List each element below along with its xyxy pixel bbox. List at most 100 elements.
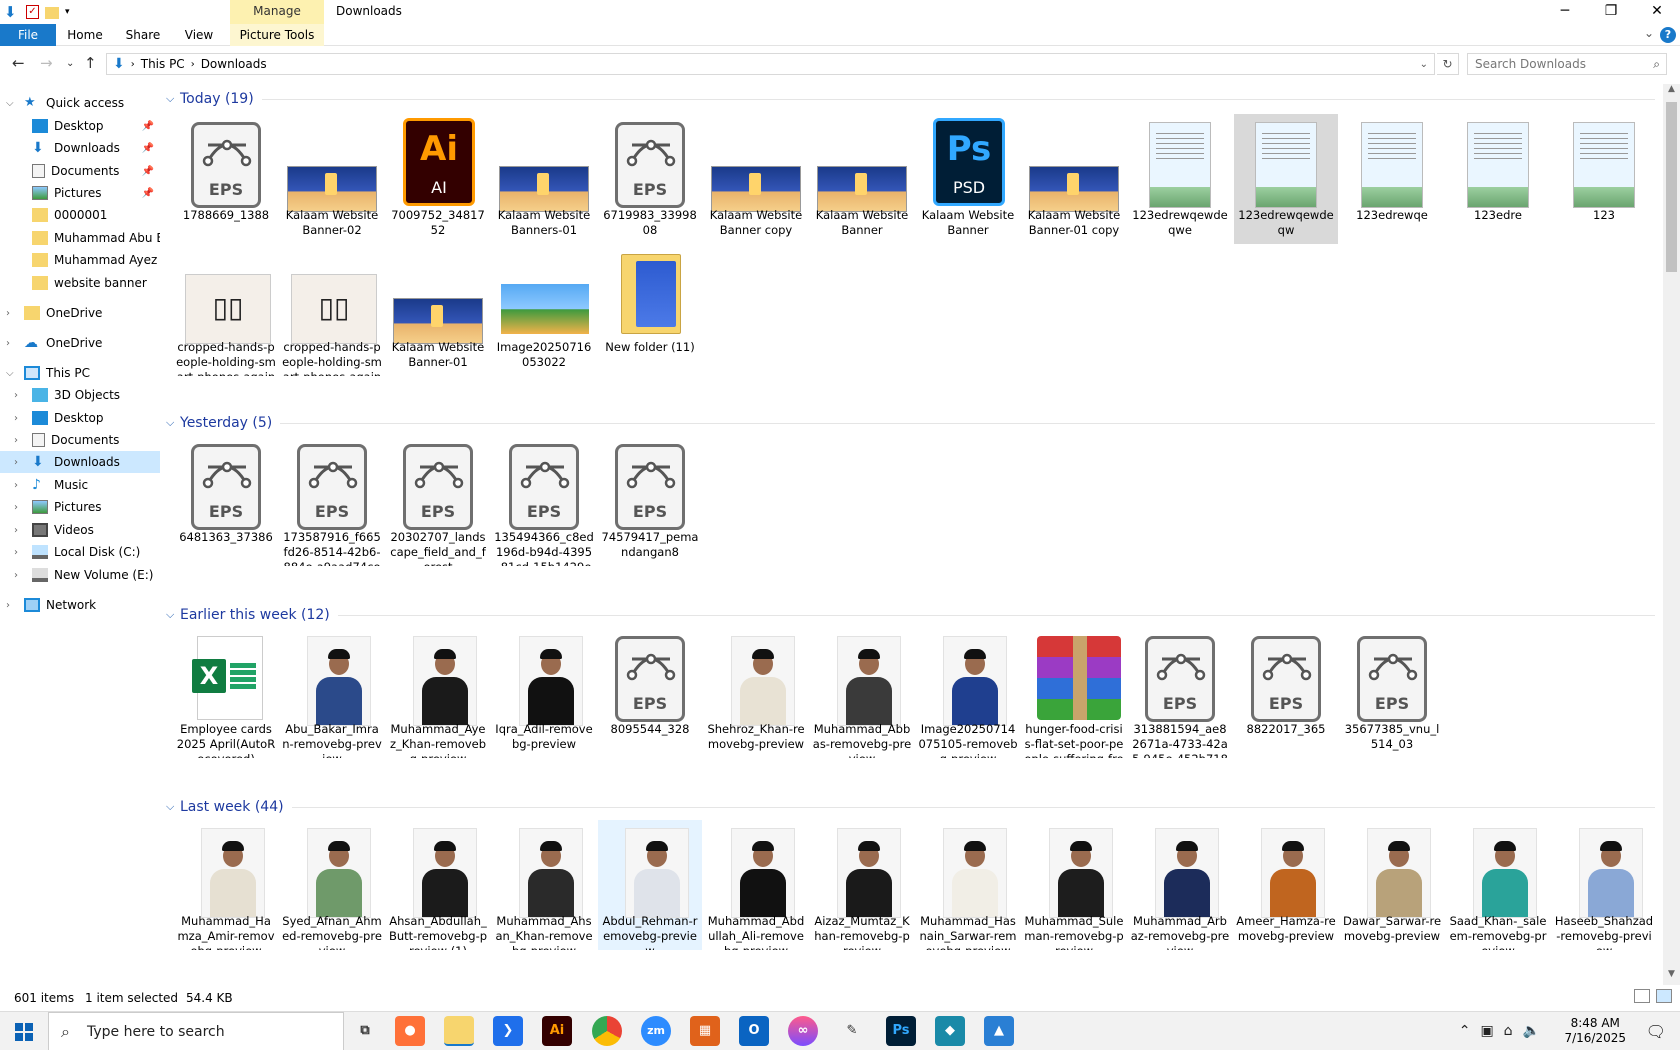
chevron-right-icon[interactable]: › — [6, 338, 10, 349]
file-item[interactable]: EPS 8822017_365 — [1234, 628, 1338, 758]
nav-3d-objects[interactable]: › 3D Objects — [0, 384, 160, 406]
photoshop-icon[interactable]: Ps — [886, 1016, 916, 1046]
nav-documents[interactable]: › Documents — [0, 429, 160, 451]
group-header[interactable]: ⌵ Earlier this week (12) — [160, 604, 1655, 626]
zoom-icon[interactable]: zm — [641, 1016, 671, 1046]
file-item[interactable]: Kalaam Website Banner copy — [704, 114, 808, 244]
chevron-right-icon[interactable]: › — [14, 502, 18, 513]
nav-downloads[interactable]: › ⬇ Downloads — [0, 451, 160, 473]
file-item[interactable]: Muhammad_Arbaz-removebg-preview — [1128, 820, 1232, 950]
file-item[interactable]: ▯▯cropped-hands-people-holding-smart-pho… — [174, 246, 278, 376]
nav-onedrive-personal[interactable]: › OneDrive — [0, 302, 160, 324]
file-item[interactable]: 123edre — [1446, 114, 1550, 244]
pen-tool-icon[interactable]: ✎ — [837, 1016, 867, 1046]
nav-documents-pinned[interactable]: Documents 📌 — [0, 160, 160, 182]
app-diamond-icon[interactable]: ◆ — [935, 1016, 965, 1046]
file-item[interactable]: EPS20302707_landscape_field_and_forest — [386, 436, 490, 566]
nav-folder-muhammad-abu-ba[interactable]: Muhammad Abu Ba — [0, 227, 160, 249]
chevron-right-icon[interactable]: › — [14, 390, 18, 401]
file-item[interactable]: 123edrewqewdeqwe — [1128, 114, 1232, 244]
nav-folder-muhammad-ayez-k[interactable]: Muhammad Ayez K — [0, 249, 160, 271]
network-status-icon[interactable]: ⌂ — [1504, 1023, 1513, 1039]
file-item[interactable]: Kalaam Website Banners-01 — [492, 114, 596, 244]
file-item[interactable]: Image20250714075105-removebg-preview — [916, 628, 1020, 758]
group-header[interactable]: ⌵ Yesterday (5) — [160, 412, 1655, 434]
volume-icon[interactable]: 🔈 — [1523, 1023, 1540, 1039]
firefox-icon[interactable]: ● — [395, 1016, 425, 1046]
nav-local-disk-c[interactable]: › Local Disk (C:) — [0, 541, 160, 563]
photos-icon[interactable]: ▲ — [984, 1016, 1014, 1046]
creative-cloud-icon[interactable]: ∞ — [788, 1016, 818, 1046]
file-item[interactable]: Aizaz_Mumtaz_Khan-removebg-preview — [810, 820, 914, 950]
file-item[interactable]: Muhammad_Hasnain_Sarwar-removebg-preview — [916, 820, 1020, 950]
chevron-right-icon[interactable]: › — [14, 435, 18, 446]
forward-arrow-icon[interactable]: → — [40, 54, 53, 72]
chevron-right-icon[interactable]: › — [6, 600, 10, 611]
breadcrumb-separator-icon[interactable]: › — [131, 59, 135, 70]
file-item[interactable]: Ai AI 7009752_3481752 — [386, 114, 490, 244]
nav-desktop[interactable]: › Desktop — [0, 407, 160, 429]
chevron-down-icon[interactable]: ⌵ — [166, 92, 180, 106]
group-header[interactable]: ⌵ Last week (44) — [160, 796, 1655, 818]
large-icons-view-icon[interactable] — [1656, 989, 1672, 1003]
close-button[interactable]: ✕ — [1634, 0, 1680, 24]
pin-icon[interactable]: 📌 — [142, 121, 154, 132]
refresh-icon[interactable]: ↻ — [1437, 53, 1459, 75]
vertical-scrollbar[interactable]: ▲ ▼ — [1663, 84, 1680, 985]
file-item[interactable]: Muhammad_Abbas-removebg-preview — [810, 628, 914, 758]
start-button[interactable] — [0, 1012, 48, 1050]
file-item[interactable]: EPS 6481363_37386 — [174, 436, 278, 566]
scroll-up-icon[interactable]: ▲ — [1663, 84, 1680, 100]
taskbar-search-input[interactable]: ⌕ Type here to search — [48, 1012, 344, 1050]
breadcrumb-downloads[interactable]: Downloads — [201, 57, 267, 71]
file-item[interactable]: Muhammad_Ahsan_Khan-removebg-preview — [492, 820, 596, 950]
nav-music[interactable]: › ♪ Music — [0, 474, 160, 496]
tab-view[interactable]: View — [176, 24, 222, 46]
nav-pictures-pinned[interactable]: Pictures 📌 — [0, 182, 160, 204]
file-item[interactable]: Dawar_Sarwar-removebg-preview — [1340, 820, 1444, 950]
recent-locations-icon[interactable]: ⌄ — [66, 58, 74, 69]
file-item[interactable]: 123edrewqewdeqw — [1234, 114, 1338, 244]
ms-office-app-icon[interactable]: ▦ — [690, 1016, 720, 1046]
file-item[interactable]: New folder (11) — [598, 246, 702, 376]
nav-downloads-pinned[interactable]: ⬇ Downloads 📌 — [0, 137, 160, 159]
chevron-down-icon[interactable]: ⌵ — [166, 608, 180, 622]
chevron-right-icon[interactable]: › — [14, 457, 18, 468]
clock[interactable]: 8:48 AM 7/16/2025 — [1564, 1016, 1626, 1046]
chrome-icon[interactable] — [592, 1016, 622, 1046]
pin-icon[interactable]: 📌 — [142, 166, 154, 177]
file-item[interactable]: 123 — [1552, 114, 1656, 244]
chevron-right-icon[interactable]: › — [14, 480, 18, 491]
up-arrow-icon[interactable]: ↑ — [84, 54, 97, 72]
chevron-right-icon[interactable]: › — [6, 308, 10, 319]
nav-new-volume-e[interactable]: › New Volume (E:) — [0, 564, 160, 586]
task-view-icon[interactable]: ⧉ — [350, 1016, 380, 1046]
nav-this-pc[interactable]: ⌵ This PC — [0, 362, 160, 384]
properties-check-icon[interactable]: ✓ — [26, 5, 39, 19]
address-dropdown-icon[interactable]: ⌄ — [1420, 59, 1428, 70]
vscode-icon[interactable]: ❯ — [493, 1016, 523, 1046]
new-folder-icon[interactable] — [45, 7, 59, 19]
meet-now-icon[interactable]: ▣ — [1480, 1023, 1493, 1039]
minimize-button[interactable]: ─ — [1542, 0, 1588, 24]
file-item[interactable]: Muhammad_Suleman-removebg-preview — [1022, 820, 1126, 950]
file-item[interactable]: Haseeb_Shahzad-removebg-preview — [1552, 820, 1656, 950]
notifications-icon[interactable]: 🗨 — [1646, 1022, 1666, 1041]
restore-button[interactable]: ❐ — [1588, 0, 1634, 24]
chevron-down-icon[interactable]: ⌵ — [6, 98, 14, 109]
nav-folder-website-banner[interactable]: website banner — [0, 272, 160, 294]
file-item[interactable]: Abu_Bakar_Imran-removebg-preview — [280, 628, 384, 758]
file-item[interactable]: EPS313881594_ae82671a-4733-42a5-945e-452… — [1128, 628, 1232, 758]
group-header[interactable]: ⌵ Today (19) — [160, 88, 1655, 110]
file-item[interactable]: Saad_Khan-_saleem-removebg-preview — [1446, 820, 1550, 950]
tab-file[interactable]: File — [0, 24, 56, 46]
file-item[interactable]: Kalaam Website Banner — [810, 114, 914, 244]
chevron-right-icon[interactable]: › — [14, 547, 18, 558]
nav-desktop-pinned[interactable]: Desktop 📌 — [0, 115, 160, 137]
ribbon-expand-icon[interactable]: ⌄ — [1644, 26, 1654, 40]
chevron-down-icon[interactable]: ⌵ — [6, 368, 14, 379]
file-item[interactable]: XEmployee cards 2025 April(AutoRecovered… — [174, 628, 278, 758]
chevron-right-icon[interactable]: › — [14, 525, 18, 536]
help-icon[interactable]: ? — [1660, 27, 1676, 43]
outlook-icon[interactable]: O — [739, 1016, 769, 1046]
